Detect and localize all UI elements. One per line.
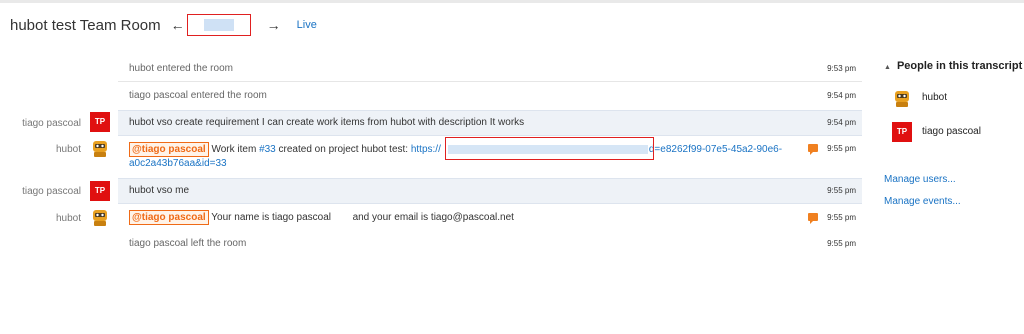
system-message: tiago pascoal entered the room 9:54 pm [118, 83, 862, 109]
message-text: tiago pascoal entered the room [129, 90, 267, 101]
user-message: hubot vso me 9:55 pm [118, 178, 862, 204]
mention-tag[interactable]: @tiago pascoal [129, 142, 209, 157]
hubot-avatar-icon[interactable] [90, 207, 110, 227]
message-time: 9:55 pm [827, 186, 856, 195]
work-item-url-continued[interactable]: a0c2a43b76aa&id=33 [129, 158, 227, 169]
people-sidebar: ▲ People in this transcript hubot TP tiag… [884, 60, 1024, 207]
message-time: 9:53 pm [827, 64, 856, 73]
comment-icon[interactable] [808, 213, 818, 224]
message-text: hubot vso create requirement I can creat… [129, 117, 525, 128]
previous-day-arrow-icon[interactable]: ← [171, 17, 185, 33]
comment-icon[interactable] [808, 144, 818, 155]
bot-message: @tiago pascoal Your name is tiago pascoa… [118, 205, 862, 231]
sender-name: hubot [55, 144, 81, 155]
person-name: hubot [922, 92, 948, 103]
user-message: hubot vso create requirement I can creat… [118, 110, 862, 136]
people-heading[interactable]: ▲ People in this transcript [884, 60, 1024, 72]
message-text: hubot vso me [129, 185, 190, 196]
message-time: 9:54 pm [827, 91, 856, 100]
message-text: Your name is tiago pascoal [211, 212, 331, 223]
manage-users-link[interactable]: Manage users... [884, 174, 956, 185]
message-time: 9:55 pm [827, 213, 856, 222]
avatar[interactable]: TP [90, 181, 110, 201]
top-border [0, 0, 1024, 3]
mention-tag[interactable]: @tiago pascoal [129, 210, 209, 225]
message-row: tiago pascoal TP hubot vso create requir… [0, 110, 862, 136]
message-text: hubot entered the room [129, 63, 233, 74]
message-time: 9:54 pm [827, 118, 856, 127]
sender-name: tiago pascoal [22, 118, 81, 129]
message-time: 9:55 pm [827, 144, 856, 153]
avatar: TP [892, 122, 912, 142]
room-title: hubot test Team Room [10, 16, 161, 34]
collapse-triangle-icon[interactable]: ▲ [884, 64, 891, 71]
hubot-avatar-icon[interactable] [90, 138, 110, 158]
message-row: tiago pascoal left the room 9:55 pm [0, 231, 862, 257]
message-text: tiago pascoal left the room [129, 238, 247, 249]
message-row: hubot @tiago pascoal Work item #33 creat… [0, 136, 862, 178]
message-row: hubot @tiago pascoal Your name is tiago … [0, 205, 862, 231]
manage-events-link[interactable]: Manage events... [884, 196, 961, 207]
message-text: created on project hubot test: [278, 144, 409, 155]
work-item-url-end[interactable]: d=e8262f99-07e5-45a2-90e6- [649, 144, 782, 155]
work-item-url-start[interactable]: https:// [411, 144, 441, 155]
system-message: hubot entered the room 9:53 pm [118, 56, 862, 82]
people-heading-label: People in this transcript [896, 60, 1023, 72]
message-text: Work item [211, 144, 257, 155]
message-text: and your email is tiago@pascoal.net [352, 212, 514, 223]
sender-name: tiago pascoal [22, 186, 81, 197]
redaction-box [445, 137, 654, 160]
work-item-link[interactable]: #33 [259, 144, 276, 155]
sender-name: hubot [55, 213, 81, 224]
message-row: tiago pascoal entered the room 9:54 pm [0, 83, 862, 109]
avatar[interactable]: TP [90, 112, 110, 132]
room-header: hubot test Team Room ← → Live [10, 14, 317, 36]
message-row: tiago pascoal TP hubot vso me 9:55 pm [0, 178, 862, 204]
hubot-avatar-icon [895, 91, 909, 107]
message-row: hubot entered the room 9:53 pm [0, 56, 862, 82]
next-day-arrow-icon[interactable]: → [267, 17, 281, 33]
message-time: 9:55 pm [827, 239, 856, 248]
live-link[interactable]: Live [297, 19, 317, 31]
redacted-date [186, 14, 251, 36]
person-name: tiago pascoal [922, 126, 981, 137]
system-message: tiago pascoal left the room 9:55 pm [118, 231, 862, 257]
